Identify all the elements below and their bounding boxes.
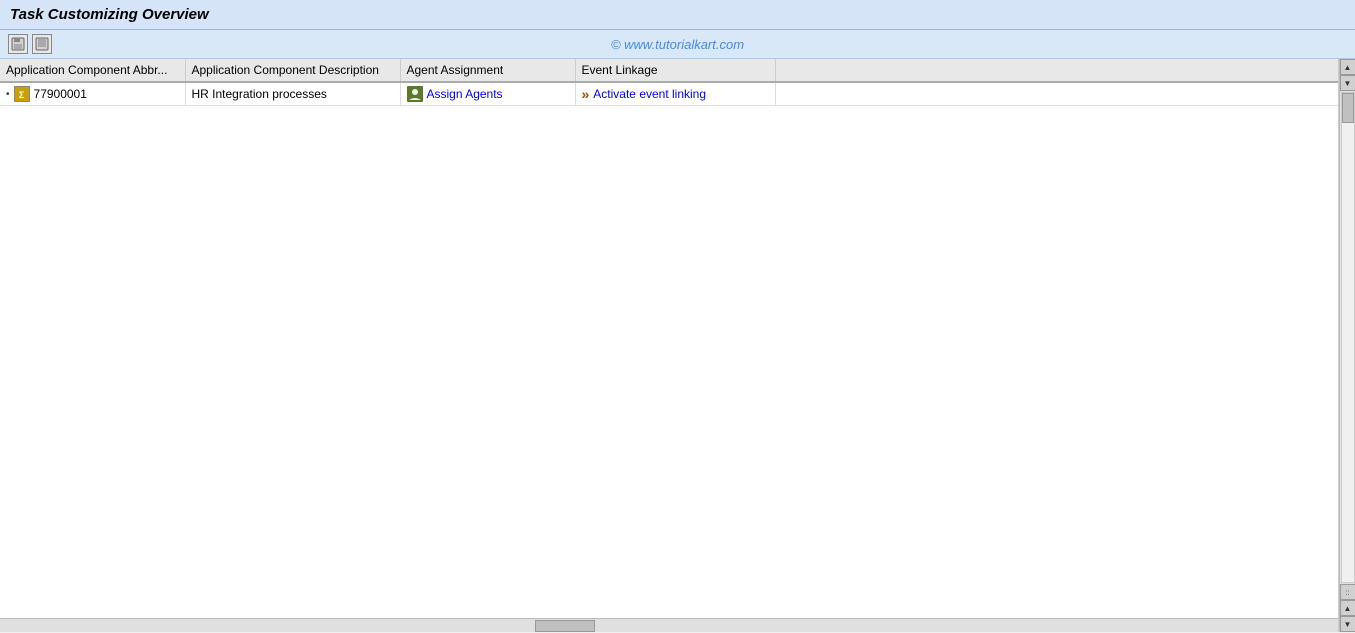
col-header-extra: [775, 59, 1338, 82]
resize-handle[interactable]: ::: [1340, 584, 1355, 600]
table-container: Application Component Abbr... Applicatio…: [0, 59, 1338, 618]
task-icon: Σ: [14, 86, 30, 102]
assign-agents-link[interactable]: Assign Agents: [427, 87, 503, 101]
bottom-scroll-thumb[interactable]: [535, 620, 595, 632]
refresh-button[interactable]: [32, 34, 52, 54]
scroll-down-arrow[interactable]: ▼: [1340, 75, 1355, 91]
activate-event-link[interactable]: Activate event linking: [593, 87, 706, 101]
bottom-scrollbar[interactable]: [0, 618, 1338, 632]
abbr-value: 77900001: [34, 87, 87, 101]
table-row: • Σ 77900001 HR Integration processes: [0, 82, 1338, 106]
scroll-thumb-vertical[interactable]: [1342, 93, 1354, 123]
toolbar: © www.tutorialkart.com: [0, 30, 1355, 59]
event-icon: »: [582, 86, 590, 102]
cell-extra: [775, 82, 1338, 106]
cell-agent-assignment: Assign Agents: [400, 82, 575, 106]
content-area: Application Component Abbr... Applicatio…: [0, 59, 1339, 632]
watermark: © www.tutorialkart.com: [611, 37, 744, 52]
expand-indicator: •: [6, 89, 10, 100]
scroll-track-vertical[interactable]: [1341, 92, 1355, 583]
right-scrollbar: ▲ ▼ :: ▲ ▼: [1339, 59, 1355, 632]
main-container: Application Component Abbr... Applicatio…: [0, 59, 1355, 632]
cell-abbr: • Σ 77900001: [0, 82, 185, 106]
scroll-bottom-up-arrow[interactable]: ▲: [1340, 600, 1355, 616]
page-title: Task Customizing Overview: [10, 6, 1345, 23]
col-header-event: Event Linkage: [575, 59, 775, 82]
cell-description: HR Integration processes: [185, 82, 400, 106]
scroll-bottom-down-arrow[interactable]: ▼: [1340, 616, 1355, 632]
col-header-abbr: Application Component Abbr...: [0, 59, 185, 82]
scroll-up-arrow[interactable]: ▲: [1340, 59, 1355, 75]
cell-event-linkage: » Activate event linking: [575, 82, 775, 106]
col-header-desc: Application Component Description: [185, 59, 400, 82]
table-header-row: Application Component Abbr... Applicatio…: [0, 59, 1338, 82]
save-button[interactable]: [8, 34, 28, 54]
col-header-agent: Agent Assignment: [400, 59, 575, 82]
assign-icon: [407, 86, 423, 102]
data-table: Application Component Abbr... Applicatio…: [0, 59, 1338, 106]
title-bar: Task Customizing Overview: [0, 0, 1355, 30]
